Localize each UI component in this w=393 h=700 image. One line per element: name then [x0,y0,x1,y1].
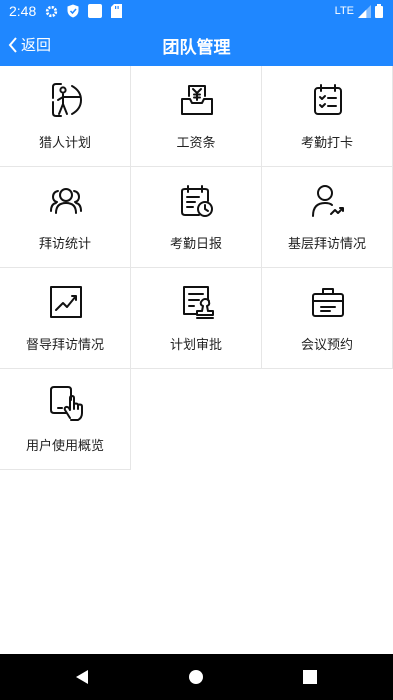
grid-item-grassroots-visits[interactable]: 基层拜访情况 [262,167,393,268]
grid-item-label: 基层拜访情况 [287,237,366,252]
grid-item-label: 工资条 [176,136,216,151]
grid-item-label: 猎人计划 [38,136,91,151]
phone-touch-icon [50,386,83,421]
grid-item-label: 计划审批 [169,338,222,353]
grid-item-meeting-booking[interactable]: 会议预约 [262,268,393,369]
calendar-clock-icon [181,185,213,217]
square-recents-icon [303,670,317,684]
status-system-icons: LTE [335,4,383,18]
archer-icon [52,83,82,117]
grid-item-supervisor-visits[interactable]: 督导拜访情况 [0,268,131,369]
grid-item-label: 拜访统计 [38,237,91,252]
battery-icon [375,4,383,18]
circle-home-icon [189,670,203,684]
grid-item-hunter-plan[interactable]: 猎人计划 [0,66,131,167]
status-bar: 2:48 LTE [0,0,393,24]
grid-item-label: 考勤打卡 [300,136,353,151]
nav-home-button[interactable] [166,654,226,700]
grid-item-usage-overview[interactable]: 用户使用概览 [0,369,131,470]
grid-item-payslip[interactable]: 工资条 [131,66,262,167]
signal-icon [358,4,371,18]
salary-inbox-icon [181,85,213,115]
grid-item-label: 用户使用概览 [25,439,104,454]
grid-item-plan-approval[interactable]: 计划审批 [131,268,262,369]
grid-item-label: 督导拜访情况 [25,338,104,353]
app-bar: 返回 团队管理 [0,24,393,66]
document-stamp-icon [183,286,214,319]
calendar-check-icon [314,84,342,115]
grid-item-label: 会议预约 [300,338,353,353]
shield-icon [67,4,79,18]
page-title: 团队管理 [162,38,231,58]
system-nav-bar [0,654,393,700]
grid-item-attendance-checkin[interactable]: 考勤打卡 [262,66,393,167]
triangle-back-icon [76,670,88,684]
briefcase-icon [312,288,344,317]
team-icon [50,188,82,214]
chart-line-icon [50,286,82,318]
nav-back-button[interactable] [52,654,112,700]
status-time: 2:48 [9,3,37,19]
network-type: LTE [334,5,354,17]
grid-item-visit-stats[interactable]: 拜访统计 [0,167,131,268]
status-notification-icons [45,4,122,18]
grid-item-attendance-daily[interactable]: 考勤日报 [131,167,262,268]
settings-icon [45,5,58,17]
user-trend-icon [312,185,344,217]
grid-item-label: 考勤日报 [169,237,222,252]
sd-card-icon [111,4,122,18]
square-notification-icon [88,4,102,18]
nav-recents-button[interactable] [280,654,340,700]
